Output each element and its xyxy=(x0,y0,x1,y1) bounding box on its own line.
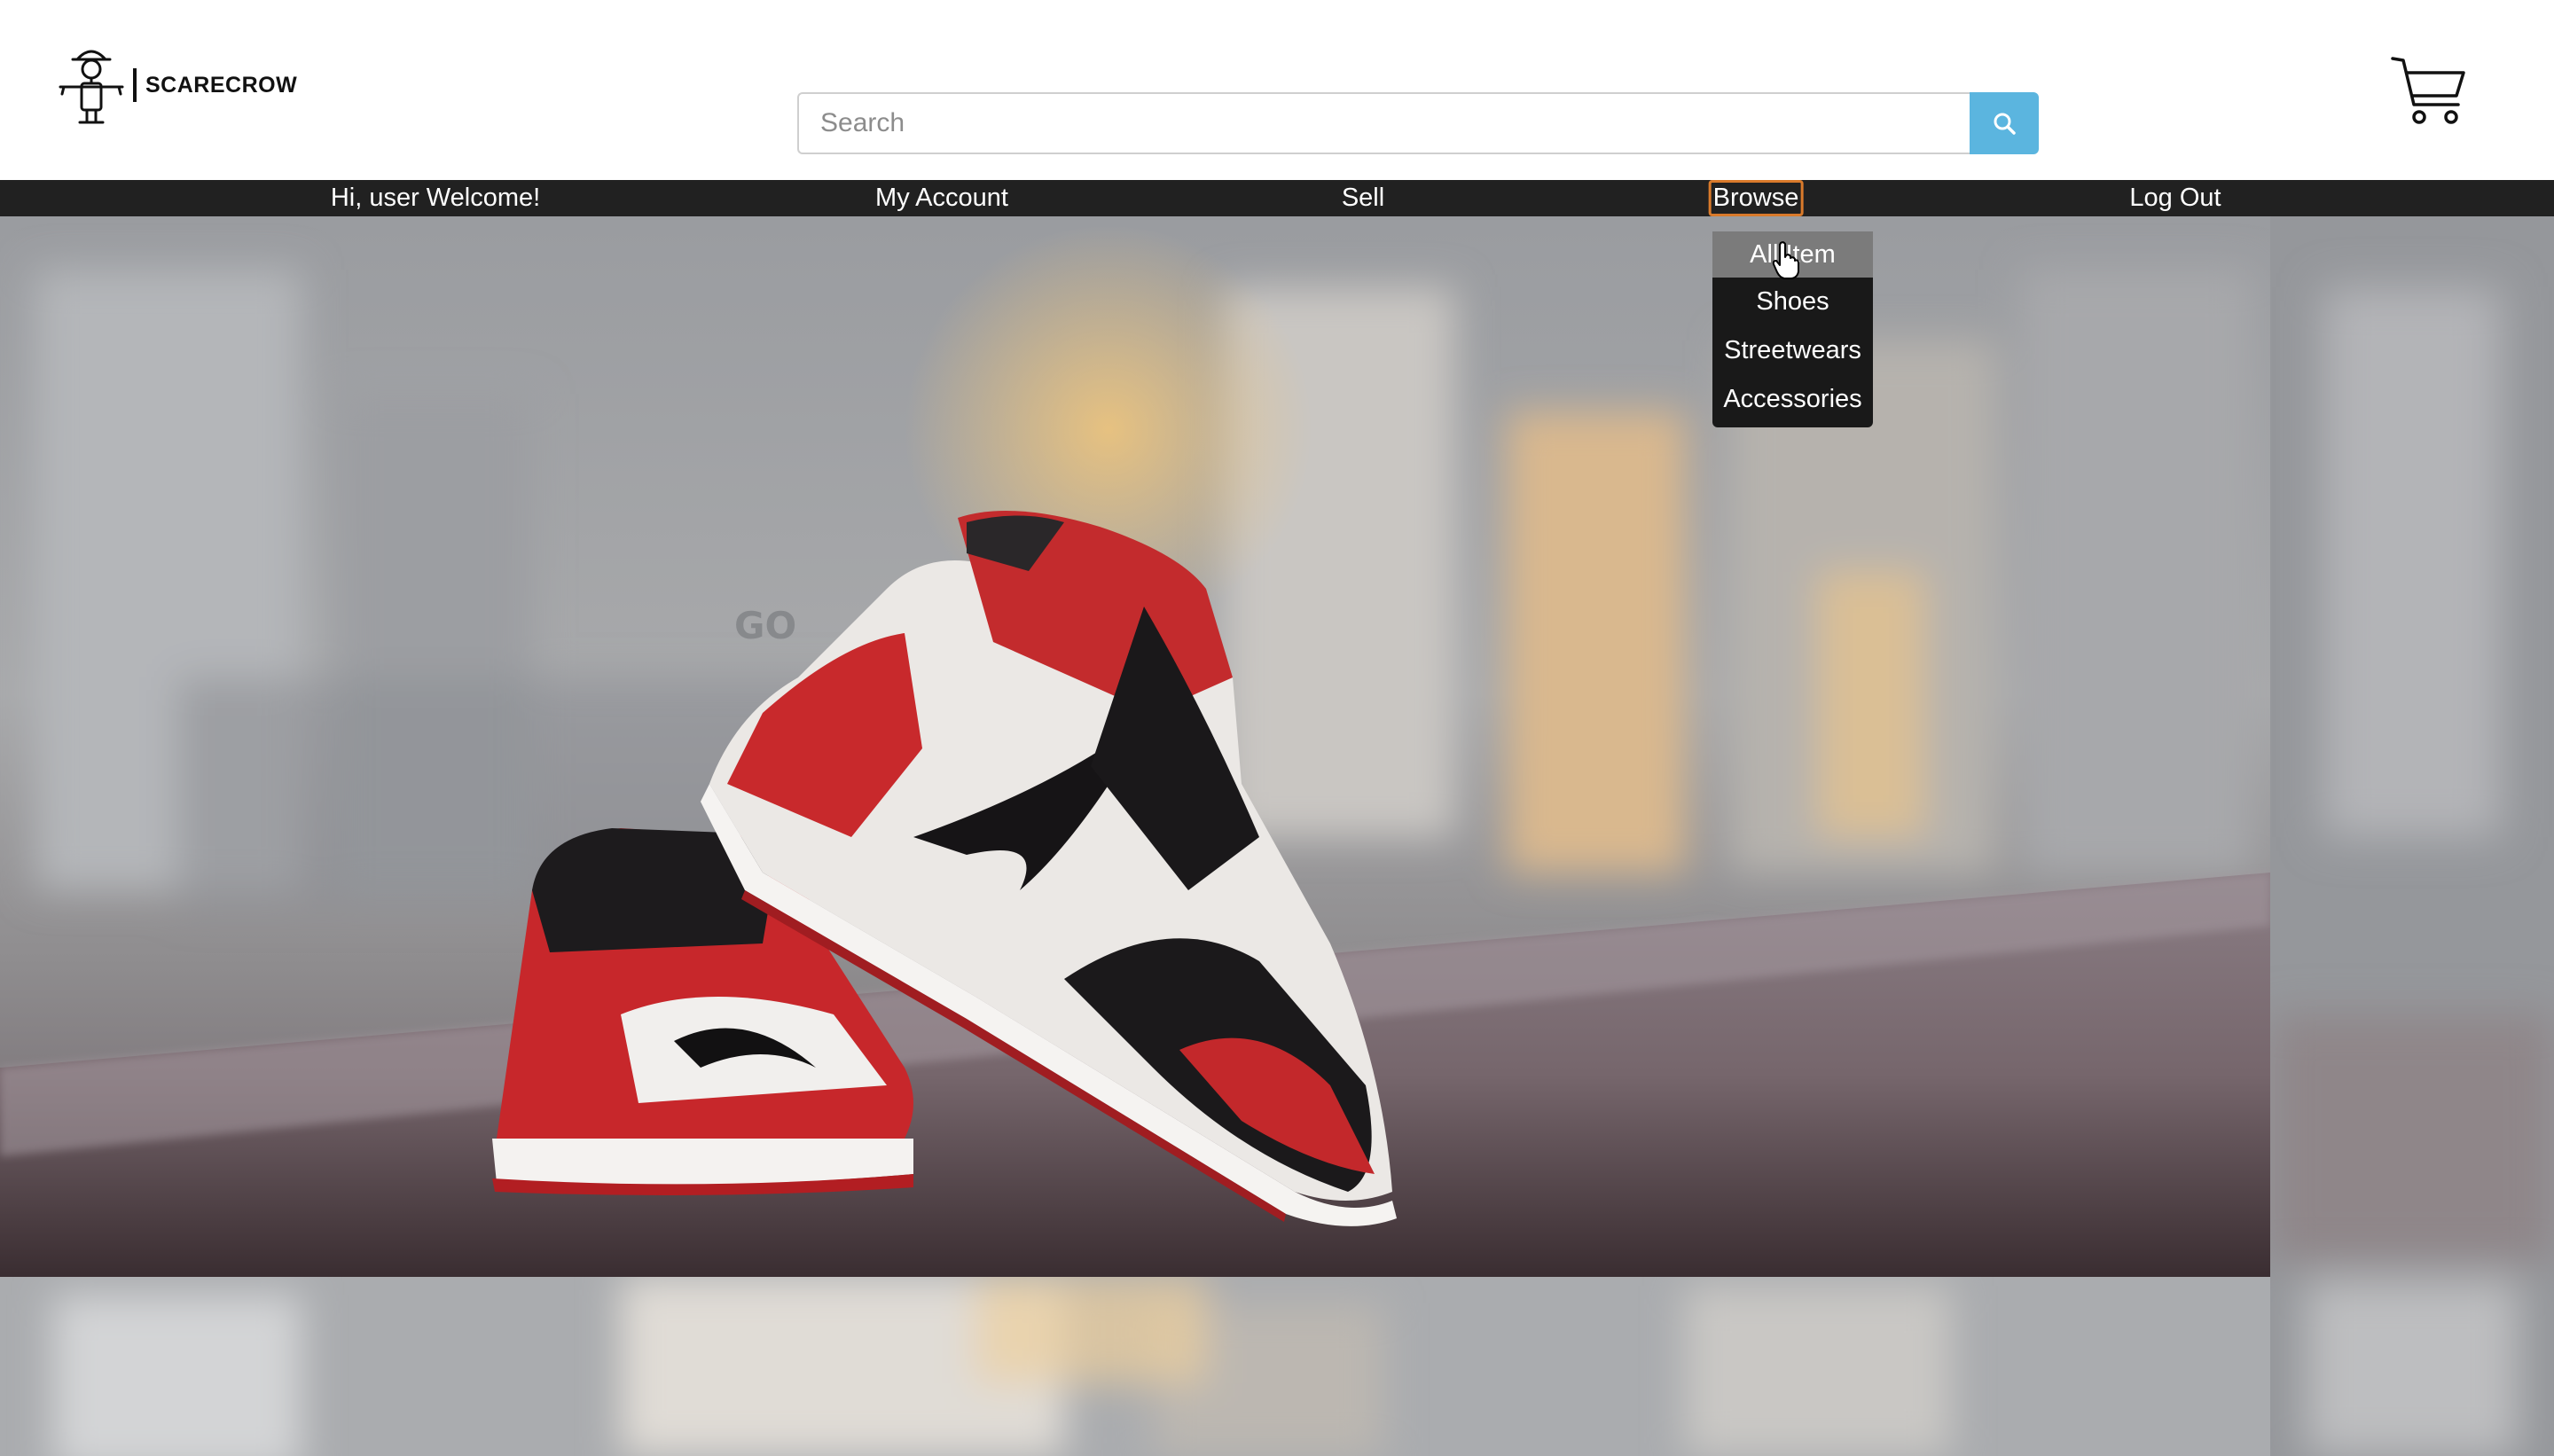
scarecrow-icon xyxy=(59,50,124,124)
brand-logo[interactable]: SCARECROW xyxy=(55,43,297,128)
main-nav: Hi, user Welcome! My Account Sell Browse… xyxy=(0,180,2554,216)
hero-bottom-strip xyxy=(0,1277,2270,1456)
browse-dropdown: All Item Shoes Streetwears Accessories xyxy=(1712,231,1873,427)
nav-my-account[interactable]: My Account xyxy=(875,180,1008,216)
logo-divider xyxy=(133,68,137,102)
browse-menu-shoes[interactable]: Shoes xyxy=(1712,278,1873,326)
browse-menu-accessories[interactable]: Accessories xyxy=(1712,375,1873,424)
blurred-bottom-backdrop xyxy=(0,1277,2270,1456)
cart-icon[interactable] xyxy=(2389,51,2467,129)
hero-banner: GO xyxy=(0,216,2270,1277)
brand-name: SCARECROW xyxy=(145,72,298,98)
browse-menu-all-item[interactable]: All Item xyxy=(1712,231,1873,278)
blurred-side-backdrop xyxy=(2270,216,2554,1456)
hero-watermark: GO xyxy=(734,604,796,647)
search-button[interactable] xyxy=(1970,92,2039,154)
search-icon xyxy=(1994,113,2016,135)
hero-side-panel xyxy=(2270,216,2554,1456)
sneaker-photo: GO xyxy=(0,216,2270,1277)
search-input[interactable] xyxy=(797,92,1970,154)
site-header: SCARECROW xyxy=(0,0,2554,180)
nav-browse[interactable]: Browse xyxy=(1708,180,1804,216)
nav-sell[interactable]: Sell xyxy=(1342,180,1384,216)
nav-log-out[interactable]: Log Out xyxy=(2129,180,2221,216)
browse-menu-streetwears[interactable]: Streetwears xyxy=(1712,326,1873,375)
search-bar xyxy=(797,92,2039,154)
nav-greeting[interactable]: Hi, user Welcome! xyxy=(331,180,540,216)
